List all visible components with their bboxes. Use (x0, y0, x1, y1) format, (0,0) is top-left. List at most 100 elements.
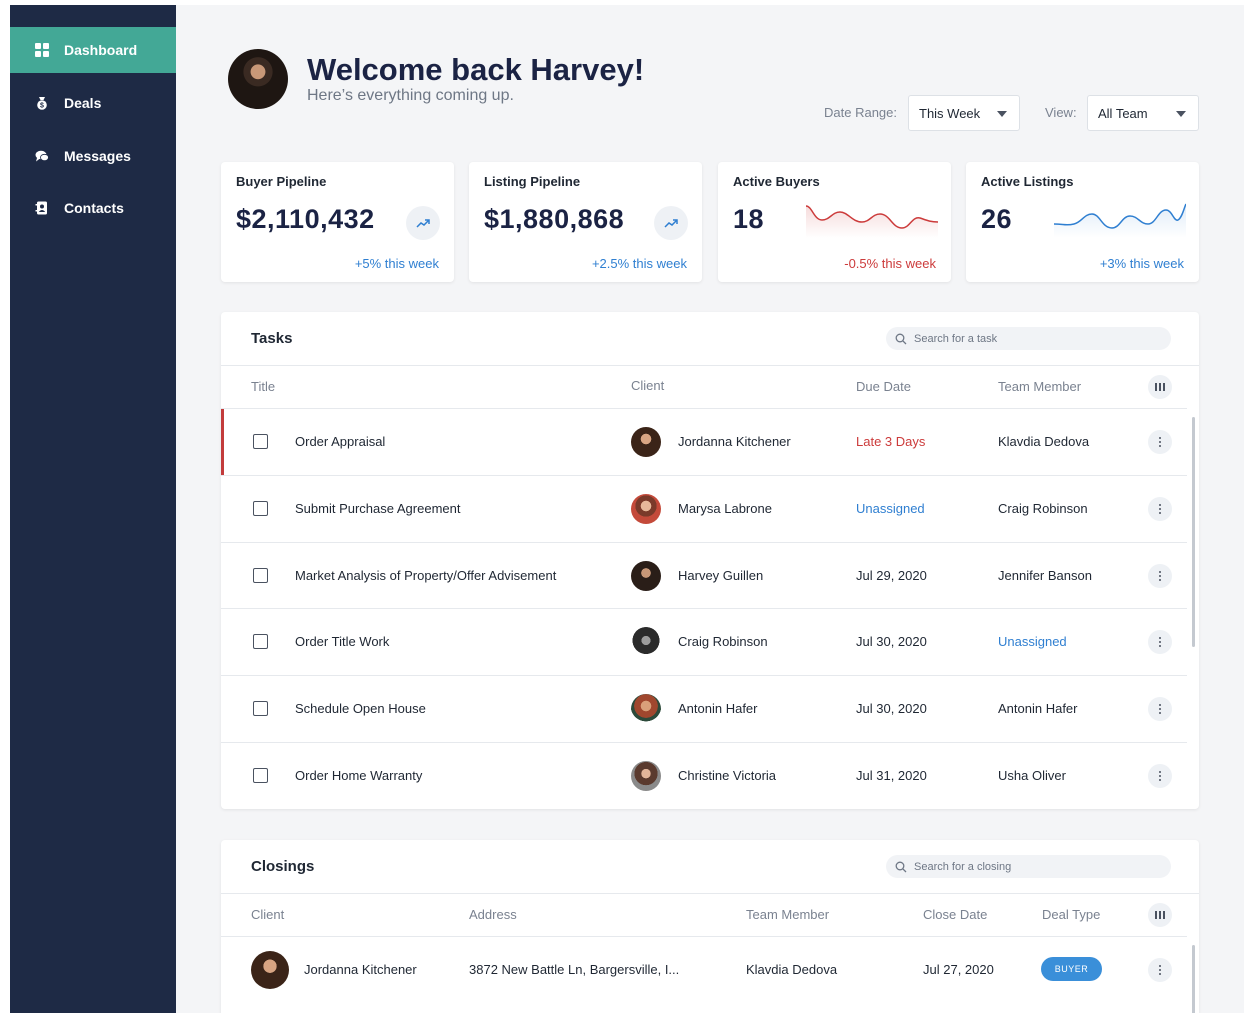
late-indicator (221, 409, 224, 475)
stat-card-active-buyers[interactable]: Active Buyers 18 -0.5% this week (718, 162, 951, 282)
client-name: Jordanna Kitchener (304, 962, 417, 977)
client-name: Christine Victoria (678, 768, 777, 783)
view-select[interactable]: All Team (1087, 95, 1199, 131)
task-title: Order Title Work (295, 634, 390, 649)
more-options-icon[interactable] (1148, 497, 1172, 521)
search-icon (895, 861, 907, 872)
more-options-icon[interactable] (1148, 630, 1172, 654)
column-header-title[interactable]: Title (251, 379, 275, 394)
page-subtitle: Here’s everything coming up. (307, 87, 514, 104)
team-member: Craig Robinson (998, 501, 1088, 516)
date-range-label: Date Range: (824, 105, 897, 120)
more-options-icon[interactable] (1148, 764, 1172, 788)
svg-text:$: $ (40, 103, 44, 110)
date-range-select[interactable]: This Week (908, 95, 1020, 131)
column-header-team-member[interactable]: Team Member (998, 379, 1081, 394)
sidebar-item-contacts[interactable]: Contacts (10, 185, 176, 231)
column-header-team-member[interactable]: Team Member (746, 907, 829, 922)
chat-bubbles-icon (35, 149, 49, 163)
column-header-client[interactable]: Client (251, 907, 284, 922)
money-bag-icon: $ (35, 96, 49, 110)
stat-title: Listing Pipeline (484, 174, 581, 189)
trending-up-icon[interactable] (654, 206, 688, 240)
task-checkbox[interactable] (253, 568, 268, 583)
avatar (251, 951, 289, 989)
client-name: Craig Robinson (678, 634, 768, 649)
task-checkbox[interactable] (253, 501, 268, 516)
stat-card-active-listings[interactable]: Active Listings 26 +3% this week (966, 162, 1199, 282)
column-header-address[interactable]: Address (469, 907, 517, 922)
main-content: Welcome back Harvey! Here’s everything c… (176, 5, 1244, 1013)
stat-change: -0.5% this week (844, 256, 936, 271)
closings-title: Closings (251, 858, 315, 875)
column-header-due-date[interactable]: Due Date (856, 379, 911, 394)
task-title: Submit Purchase Agreement (295, 501, 461, 516)
more-options-icon[interactable] (1148, 958, 1172, 982)
chevron-down-icon (1176, 111, 1186, 117)
sidebar-item-label: Contacts (64, 200, 124, 216)
tasks-panel: Tasks Search for a task Title Client Due… (221, 312, 1199, 809)
avatar (631, 761, 661, 791)
table-row[interactable]: Order Title Work Craig Robinson Jul 30, … (221, 608, 1187, 675)
trending-up-icon[interactable] (406, 206, 440, 240)
team-member: Usha Oliver (998, 768, 1066, 783)
sidebar-item-deals[interactable]: $ Deals (10, 80, 176, 126)
task-title: Order Appraisal (295, 434, 386, 449)
task-checkbox[interactable] (253, 768, 268, 783)
closing-search-input[interactable]: Search for a closing (886, 855, 1171, 878)
divider (221, 893, 1199, 894)
stat-value: $1,880,868 (484, 204, 625, 234)
page-title: Welcome back Harvey! (307, 52, 645, 87)
avatar (631, 494, 661, 524)
column-header-deal-type[interactable]: Deal Type (1042, 907, 1100, 922)
stat-title: Buyer Pipeline (236, 174, 327, 189)
table-row[interactable]: Market Analysis of Property/Offer Advise… (221, 542, 1187, 609)
stat-title: Active Buyers (733, 174, 820, 189)
table-row[interactable]: Jordanna Kitchener 3872 New Battle Ln, B… (221, 936, 1187, 1003)
scrollbar[interactable] (1192, 945, 1195, 1013)
table-row[interactable]: Schedule Open House Antonin Hafer Jul 30… (221, 675, 1187, 742)
task-search-input[interactable]: Search for a task (886, 327, 1171, 350)
search-icon (895, 333, 907, 344)
team-member: Klavdia Dedova (746, 962, 838, 977)
sidebar: Dashboard $ Deals Messages Contacts (10, 5, 176, 1013)
divider (221, 365, 1199, 366)
more-options-icon[interactable] (1148, 430, 1172, 454)
more-options-icon[interactable] (1148, 697, 1172, 721)
task-title: Market Analysis of Property/Offer Advise… (295, 568, 557, 583)
avatar (631, 427, 661, 457)
task-checkbox[interactable] (253, 701, 268, 716)
columns-icon[interactable] (1148, 903, 1172, 927)
column-header-client[interactable]: Client (631, 378, 664, 393)
column-header-close-date[interactable]: Close Date (923, 907, 987, 922)
user-avatar[interactable] (228, 49, 288, 109)
avatar (631, 694, 661, 724)
closings-panel: Closings Search for a closing Client Add… (221, 840, 1199, 1013)
tasks-title: Tasks (251, 330, 293, 347)
more-options-icon[interactable] (1148, 564, 1172, 588)
stat-card-listing-pipeline[interactable]: Listing Pipeline $1,880,868 +2.5% this w… (469, 162, 702, 282)
stat-value: $2,110,432 (236, 204, 375, 234)
sidebar-item-messages[interactable]: Messages (10, 133, 176, 179)
chevron-down-icon (997, 111, 1007, 117)
stat-title: Active Listings (981, 174, 1074, 189)
stat-card-buyer-pipeline[interactable]: Buyer Pipeline $2,110,432 +5% this week (221, 162, 454, 282)
table-row[interactable]: Order Home Warranty Christine Victoria J… (221, 742, 1187, 809)
columns-icon[interactable] (1148, 375, 1172, 399)
stat-change: +2.5% this week (591, 256, 687, 271)
client-name: Marysa Labrone (678, 501, 772, 516)
address: 3872 New Battle Ln, Bargersville, I... (469, 962, 680, 977)
avatar (631, 627, 661, 657)
due-date: Jul 30, 2020 (856, 701, 927, 716)
due-date: Jul 29, 2020 (856, 568, 927, 583)
team-member: Antonin Hafer (998, 701, 1078, 716)
search-placeholder: Search for a task (914, 332, 998, 345)
scrollbar[interactable] (1192, 417, 1195, 647)
contact-book-icon (35, 201, 49, 215)
sidebar-item-dashboard[interactable]: Dashboard (10, 27, 176, 73)
table-row[interactable]: Order Appraisal Jordanna Kitchener Late … (221, 408, 1187, 475)
task-checkbox[interactable] (253, 634, 268, 649)
dashboard-icon (35, 43, 49, 57)
task-checkbox[interactable] (253, 434, 268, 449)
table-row[interactable]: Submit Purchase Agreement Marysa Labrone… (221, 475, 1187, 542)
